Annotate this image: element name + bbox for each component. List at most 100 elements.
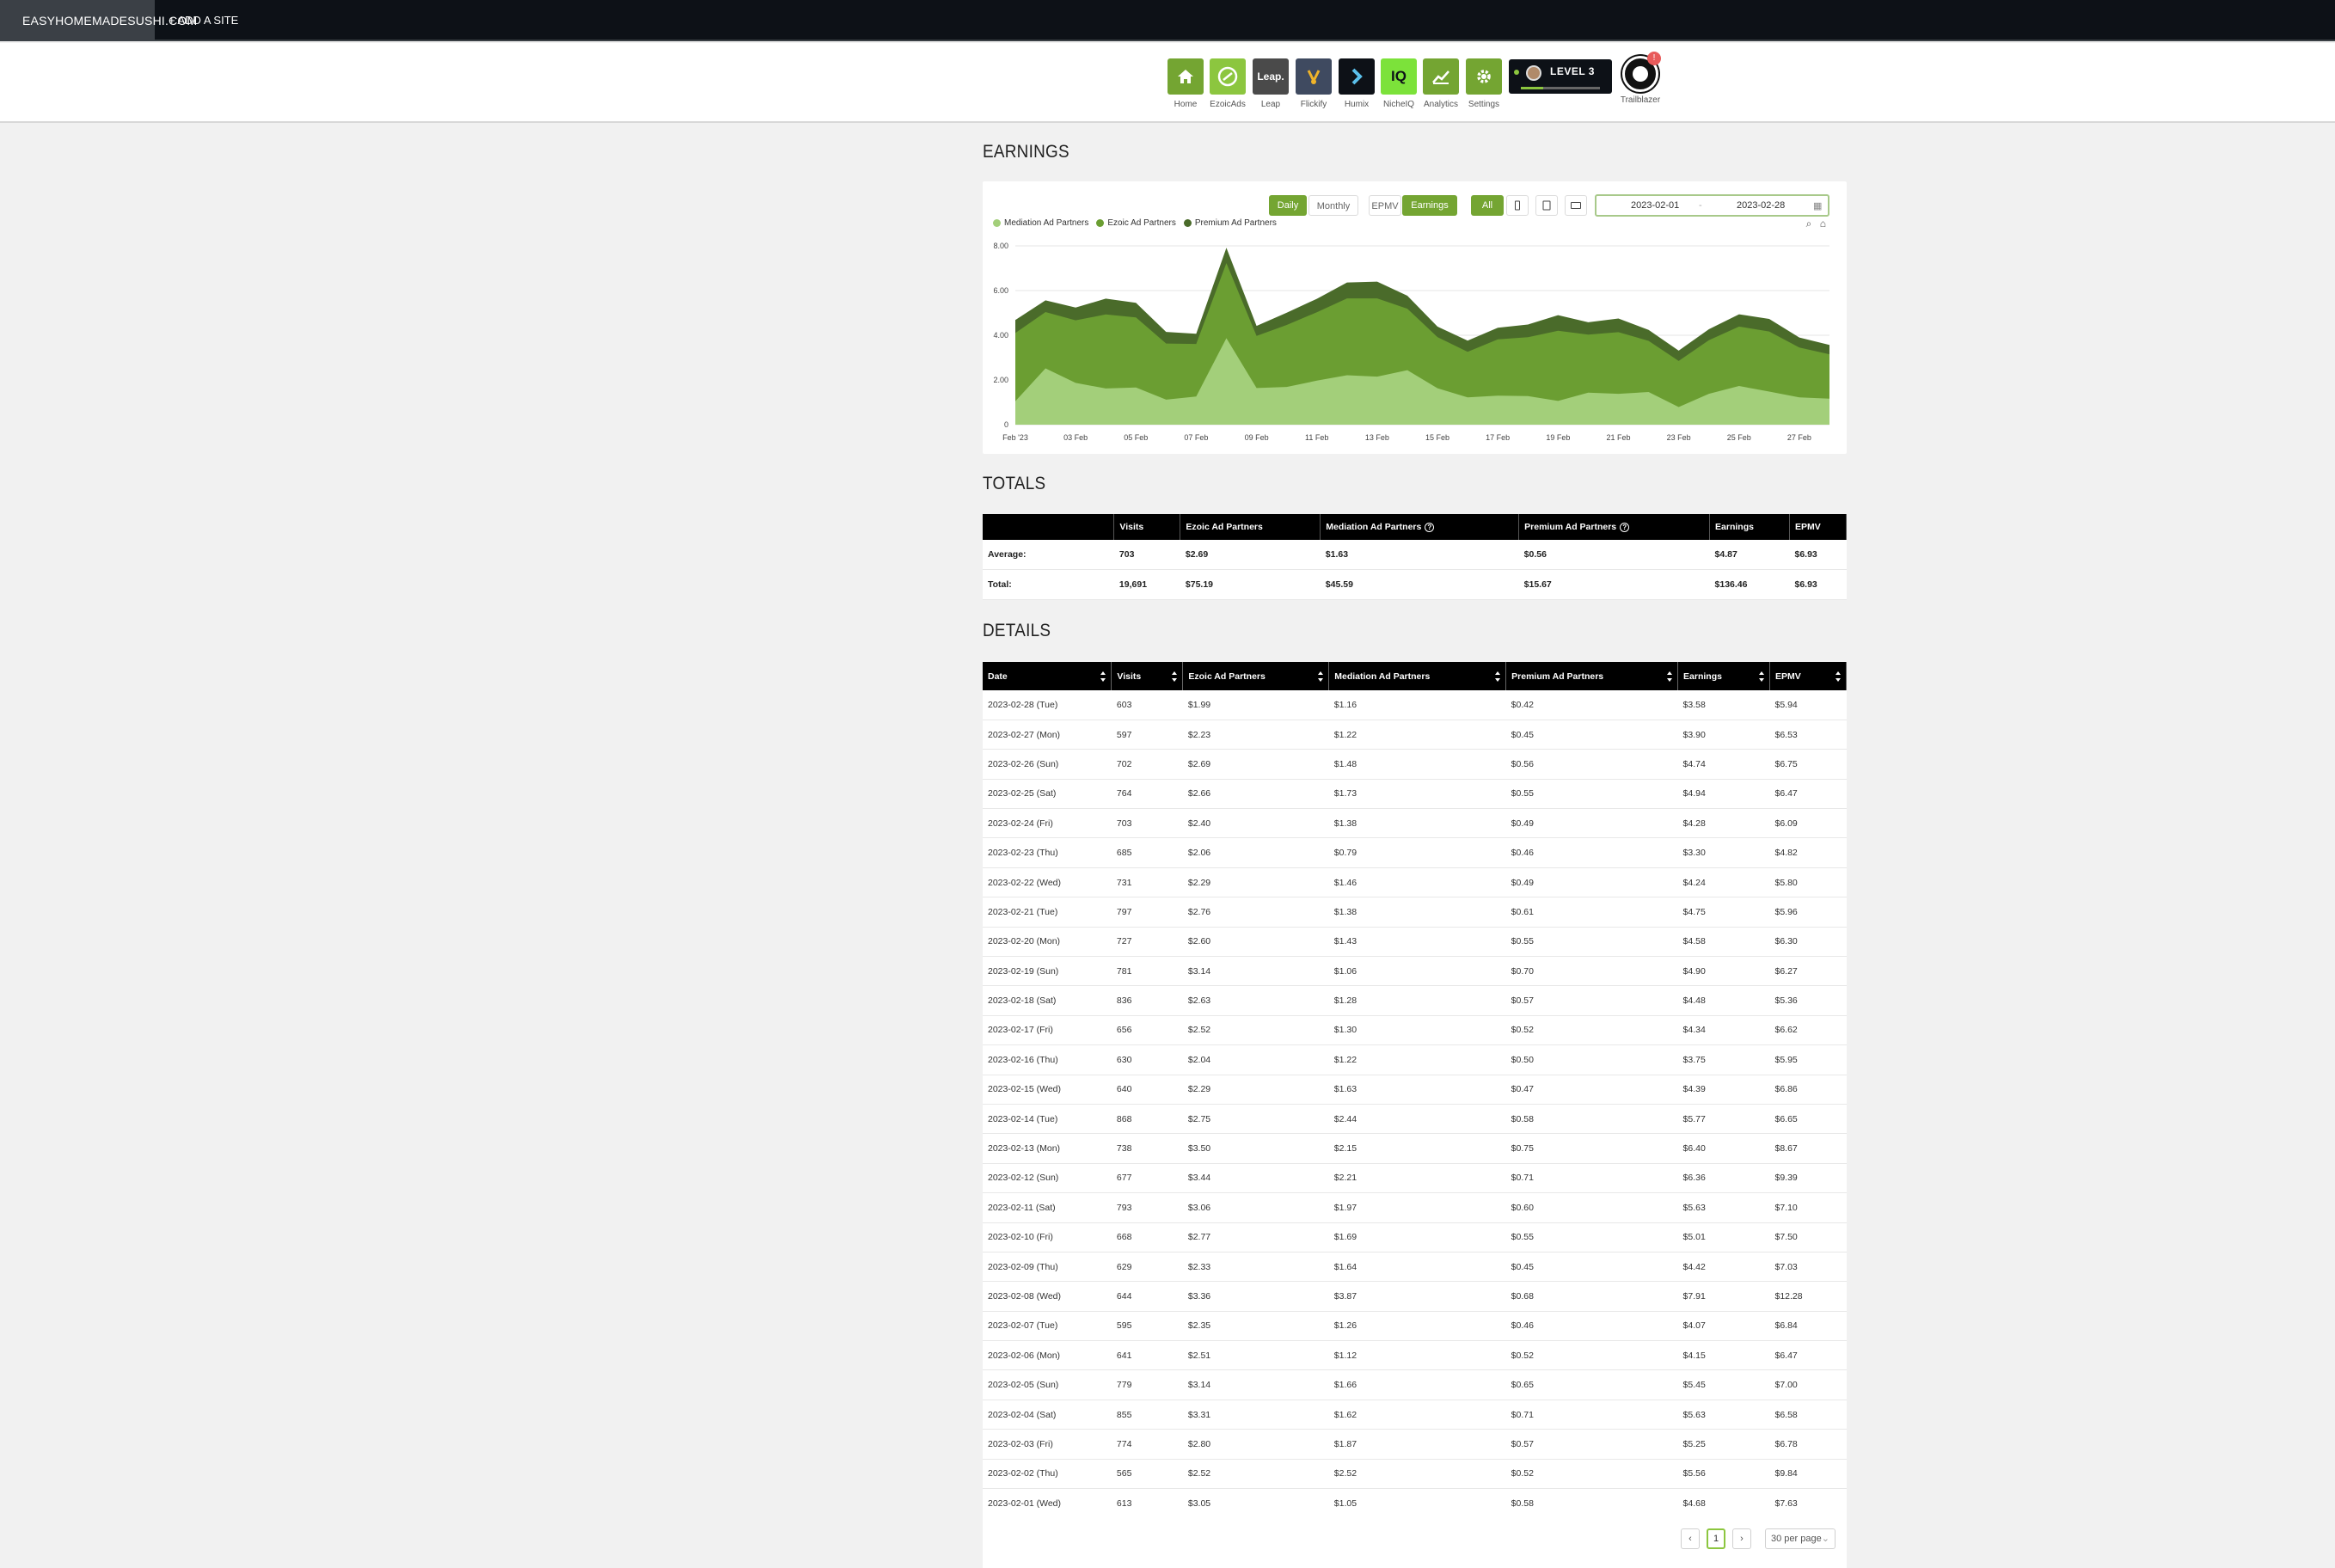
level-badge[interactable]: LEVEL 3 <box>1509 59 1612 94</box>
sort-icon[interactable] <box>1172 671 1178 682</box>
table-cell: $2.76 <box>1182 897 1329 928</box>
table-cell: 685 <box>1111 837 1183 868</box>
table-row: 2023-02-23 (Thu) 685 $2.06 $0.79 $0.46 $3.30 $… <box>983 837 1847 868</box>
ezoicads-icon <box>1210 58 1246 95</box>
column-header: EPMV <box>1789 514 1848 540</box>
column-header[interactable]: Ezoic Ad Partners <box>1182 662 1330 690</box>
table-cell: $9.39 <box>1769 1163 1847 1194</box>
table-cell: 2023-02-15 (Wed) <box>983 1075 1112 1105</box>
table-row: Total: 19,691 $75.19 $45.59 $15.67 $136.46 $6.… <box>983 569 1847 600</box>
table-row: 2023-02-12 (Sun) 677 $3.44 $2.21 $0.71 $6.36 $… <box>983 1163 1847 1194</box>
table-cell: $1.97 <box>1328 1192 1506 1223</box>
table-cell: $2.35 <box>1182 1311 1329 1342</box>
table-cell: $3.58 <box>1677 690 1770 720</box>
table-row: 2023-02-18 (Sat) 836 $2.63 $1.28 $0.57 $4.48 $… <box>983 985 1847 1016</box>
table-row: 2023-02-05 (Sun) 779 $3.14 $1.66 $0.65 $5.45 $… <box>983 1369 1847 1400</box>
sort-icon[interactable] <box>1100 671 1106 682</box>
table-cell: $2.77 <box>1182 1222 1329 1253</box>
per-page-select[interactable]: 30 per page ⌄ <box>1765 1528 1836 1549</box>
column-header[interactable]: Premium Ad Partners <box>1505 662 1679 690</box>
prev-page-button[interactable]: ‹ <box>1681 1528 1700 1549</box>
column-header-label: Visits <box>1117 671 1142 682</box>
table-cell: $2.44 <box>1328 1104 1506 1135</box>
table-cell: 703 <box>1111 808 1183 839</box>
table-row: 2023-02-17 (Fri) 656 $2.52 $1.30 $0.52 $4.34 $… <box>983 1015 1847 1046</box>
table-cell: 703 <box>1113 540 1180 570</box>
table-cell: 641 <box>1111 1340 1183 1371</box>
sort-icon[interactable] <box>1836 671 1841 682</box>
table-cell: $0.47 <box>1505 1075 1678 1105</box>
table-row: 2023-02-04 (Sat) 855 $3.31 $1.62 $0.71 $5.63 $… <box>983 1400 1847 1430</box>
column-header[interactable]: EPMV <box>1769 662 1847 690</box>
details-title: DETAILS <box>983 621 1051 640</box>
x-tick-label: Feb '23 <box>1002 433 1028 442</box>
top-bar: EASYHOMEMADESUSHI.COM + ADD A SITE <box>0 0 2335 41</box>
help-icon[interactable]: ? <box>1620 523 1630 532</box>
table-cell: $2.29 <box>1182 867 1329 898</box>
table-cell: 781 <box>1111 956 1183 987</box>
table-cell: $5.95 <box>1769 1044 1847 1075</box>
level-star-icon <box>1514 70 1519 75</box>
nav-label: Settings <box>1468 100 1500 109</box>
table-cell: 2023-02-17 (Fri) <box>983 1015 1112 1046</box>
table-cell: 779 <box>1111 1369 1183 1400</box>
table-cell: 774 <box>1111 1429 1183 1460</box>
earnings-area-chart: 0 2.00 4.00 6.00 8.00 Feb '23 03 Feb 05 Feb 07 F… <box>993 242 1829 442</box>
add-site-link[interactable]: + ADD A SITE <box>169 0 238 41</box>
table-cell: $2.06 <box>1182 837 1329 868</box>
table-cell: $1.28 <box>1328 985 1506 1016</box>
sort-icon[interactable] <box>1667 671 1673 682</box>
table-cell: 702 <box>1111 749 1183 780</box>
column-header-label: Ezoic Ad Partners <box>1188 671 1266 682</box>
page-1-button[interactable]: 1 <box>1707 1528 1725 1549</box>
column-header[interactable]: Mediation Ad Partners <box>1328 662 1507 690</box>
sort-icon[interactable] <box>1759 671 1764 682</box>
leap-icon: Leap. <box>1253 58 1289 95</box>
column-header-label: Earnings <box>1683 671 1722 682</box>
help-icon[interactable]: ? <box>1425 523 1435 532</box>
table-cell: $6.09 <box>1769 808 1847 839</box>
table-cell: $0.56 <box>1505 749 1678 780</box>
table-cell: $6.93 <box>1789 569 1847 600</box>
site-tab[interactable]: EASYHOMEMADESUSHI.COM <box>0 0 197 41</box>
table-row: 2023-02-15 (Wed) 640 $2.29 $1.63 $0.47 $4.39 $… <box>983 1075 1847 1105</box>
flickify-icon <box>1296 58 1332 95</box>
table-row: 2023-02-01 (Wed) 613 $3.05 $1.05 $0.58 $4.68 $… <box>983 1488 1847 1519</box>
table-row: 2023-02-14 (Tue) 868 $2.75 $2.44 $0.58 $5.77 $… <box>983 1104 1847 1135</box>
table-cell: $1.30 <box>1328 1015 1506 1046</box>
sort-icon[interactable] <box>1318 671 1324 682</box>
totals-title: TOTALS <box>983 474 1046 493</box>
table-cell: $0.71 <box>1505 1400 1678 1430</box>
table-cell: $2.51 <box>1182 1340 1329 1371</box>
column-header[interactable]: Earnings <box>1677 662 1770 690</box>
nav-settings[interactable]: Settings <box>1465 58 1503 109</box>
table-cell: $2.23 <box>1182 720 1329 750</box>
table-cell: $1.64 <box>1328 1252 1506 1283</box>
app-nav: Home EzoicAds Leap. Leap Flickify Humix … <box>0 43 2335 123</box>
column-header-label: Visits <box>1119 522 1144 532</box>
sort-icon[interactable] <box>1495 671 1501 682</box>
table-cell: 2023-02-05 (Sun) <box>983 1369 1112 1400</box>
table-cell: $0.50 <box>1505 1044 1678 1075</box>
table-cell: $3.50 <box>1182 1133 1329 1164</box>
table-cell: $1.22 <box>1328 720 1506 750</box>
column-header[interactable]: Date <box>983 662 1112 690</box>
table-cell: $3.06 <box>1182 1192 1329 1223</box>
column-header-label: Earnings <box>1715 522 1754 532</box>
table-cell: $5.96 <box>1769 897 1847 928</box>
column-header[interactable]: Visits <box>1111 662 1184 690</box>
trailblazer-badge[interactable]: ! Trailblazer <box>1619 52 1662 105</box>
y-tick-label: 2.00 <box>993 376 1008 384</box>
table-cell: $8.67 <box>1769 1133 1847 1164</box>
next-page-button[interactable]: › <box>1732 1528 1751 1549</box>
x-tick-label: 25 Feb <box>1727 433 1751 442</box>
table-cell: $0.57 <box>1505 985 1678 1016</box>
table-cell: $0.65 <box>1505 1369 1678 1400</box>
table-cell: $4.82 <box>1769 837 1847 868</box>
table-cell: $0.79 <box>1328 837 1506 868</box>
table-cell: $4.34 <box>1677 1015 1770 1046</box>
table-cell: $2.69 <box>1180 540 1321 570</box>
table-cell: 613 <box>1111 1488 1183 1519</box>
table-cell: 2023-02-06 (Mon) <box>983 1340 1112 1371</box>
column-header-label: Premium Ad Partners <box>1524 522 1617 532</box>
